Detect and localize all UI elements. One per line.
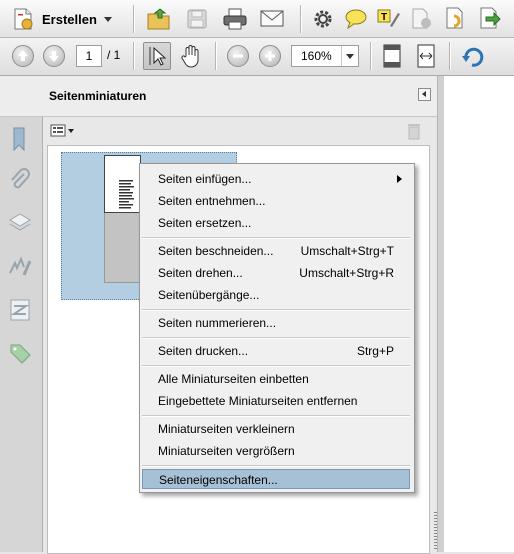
panel-options-button[interactable] [50, 123, 76, 139]
resize-grip[interactable] [434, 512, 437, 550]
toolbar-divider [300, 5, 301, 33]
page-number-input[interactable]: 1 [76, 45, 102, 67]
select-tool-button[interactable] [143, 42, 171, 70]
menu-separator [142, 337, 410, 339]
chevron-down-icon[interactable] [341, 46, 358, 66]
rotate-icon[interactable] [461, 44, 485, 68]
create-label: Erstellen [42, 11, 97, 27]
options-menu-icon [50, 124, 74, 137]
submenu-arrow-icon [397, 175, 402, 183]
layers-icon[interactable] [7, 211, 33, 235]
toolbar-divider [215, 42, 216, 70]
menu-item-replace-pages[interactable]: Seiten ersetzen... [142, 213, 410, 233]
panel-title: Seitenminiaturen [49, 89, 147, 103]
menu-item-label: Seiten einfügen... [158, 172, 252, 186]
page-thumbnail[interactable] [104, 155, 141, 213]
arrow-down-icon [49, 51, 59, 62]
arrow-up-icon [18, 50, 28, 61]
menu-item-label: Seiten drucken... [158, 344, 249, 358]
panel-splitter[interactable] [437, 76, 444, 552]
print-icon[interactable] [222, 7, 248, 31]
menu-item-shortcut: Strg+P [356, 344, 394, 358]
menu-item-enlarge-thumbnails[interactable]: Miniaturseiten vergrößern [142, 441, 410, 461]
create-button[interactable]: Erstellen [12, 8, 112, 30]
menu-separator [142, 237, 410, 239]
menu-separator [142, 415, 410, 417]
page-total: / 1 [107, 48, 121, 62]
zoom-in-button[interactable] [259, 45, 281, 67]
collapse-panel-button[interactable] [418, 88, 431, 101]
menu-item-shrink-thumbnails[interactable]: Miniaturseiten verkleinern [142, 419, 410, 439]
thumbnails-panel-header: Seitenminiaturen [0, 76, 437, 117]
save-icon[interactable] [186, 8, 208, 30]
cursor-icon [149, 46, 167, 66]
previous-page-button[interactable] [12, 45, 34, 67]
menu-separator [142, 465, 410, 467]
hand-tool-icon[interactable] [180, 44, 202, 68]
signature-icon[interactable] [7, 255, 33, 279]
menu-item-number-pages[interactable]: Seiten nummerieren... [142, 313, 410, 333]
highlight-text-icon[interactable]: T [377, 8, 401, 30]
paperclip-icon[interactable] [8, 168, 32, 194]
menu-item-page-transitions[interactable]: Seitenübergänge... [142, 285, 410, 305]
menu-item-insert-pages[interactable]: Seiten einfügen... [142, 169, 410, 189]
menu-item-label: Eingebettete Miniaturseiten entfernen [158, 394, 358, 408]
zoom-value: 160% [301, 49, 332, 63]
menu-item-label: Alle Miniaturseiten einbetten [158, 372, 309, 386]
menu-item-label: Seiten drehen... [158, 266, 243, 280]
zoom-out-button[interactable] [227, 45, 249, 67]
menu-separator [142, 365, 410, 367]
bookmark-icon[interactable] [9, 126, 29, 152]
menu-item-remove-thumbnails[interactable]: Eingebettete Miniaturseiten entfernen [142, 391, 410, 411]
menu-item-extract-pages[interactable]: Seiten entnehmen... [142, 191, 410, 211]
create-pdf-icon [14, 8, 33, 30]
menu-item-label: Seitenübergänge... [158, 288, 260, 302]
comment-icon[interactable] [344, 8, 368, 30]
toolbar-divider [370, 42, 371, 70]
menu-item-label: Miniaturseiten verkleinern [158, 422, 295, 436]
menu-item-crop-pages[interactable]: Seiten beschneiden... Umschalt+Strg+T [142, 241, 410, 261]
menu-item-shortcut: Umschalt+Strg+R [299, 266, 394, 280]
menu-item-label: Seiten nummerieren... [158, 316, 277, 330]
thumbnail-shadow [104, 212, 142, 283]
menu-item-print-pages[interactable]: Seiten drucken... Strg+P [142, 341, 410, 361]
next-page-button[interactable] [43, 45, 65, 67]
menu-item-page-properties[interactable]: Seiteneigenschaften... [142, 469, 410, 489]
open-folder-icon[interactable] [146, 6, 172, 32]
tag-icon[interactable] [8, 340, 32, 366]
menu-item-label: Seiten beschneiden... [158, 244, 274, 258]
menu-separator [142, 309, 410, 311]
menu-item-label: Seiten ersetzen... [158, 216, 252, 230]
minus-icon [233, 54, 243, 58]
menu-item-embed-thumbnails[interactable]: Alle Miniaturseiten einbetten [142, 369, 410, 389]
menu-item-rotate-pages[interactable]: Seiten drehen... Umschalt+Strg+R [142, 263, 410, 283]
extract-page-icon[interactable] [478, 7, 502, 31]
fit-width-icon[interactable] [415, 43, 437, 69]
trash-icon[interactable] [406, 122, 422, 140]
menu-item-label: Seiten entnehmen... [158, 194, 266, 208]
menu-item-label: Seiteneigenschaften... [159, 473, 278, 487]
export-page-icon[interactable] [444, 7, 468, 31]
chevron-down-icon [103, 16, 112, 22]
fit-page-icon[interactable] [381, 43, 403, 69]
menu-item-shortcut: Umschalt+Strg+T [300, 244, 394, 258]
toolbar-divider [449, 42, 450, 70]
toolbar-divider [133, 5, 134, 33]
delete-page-icon[interactable] [410, 8, 434, 30]
thumbnail-text-lines [119, 180, 134, 209]
zoom-select[interactable]: 160% [291, 45, 359, 67]
toolbar-divider [133, 42, 134, 70]
article-icon[interactable] [8, 297, 32, 323]
menu-item-label: Miniaturseiten vergrößern [158, 444, 295, 458]
gear-icon[interactable] [312, 8, 334, 30]
plus-icon [265, 51, 275, 61]
document-view [444, 76, 514, 552]
email-icon[interactable] [259, 9, 285, 29]
svg-text:T: T [381, 12, 387, 23]
context-menu: Seiten einfügen... Seiten entnehmen... S… [139, 163, 415, 493]
